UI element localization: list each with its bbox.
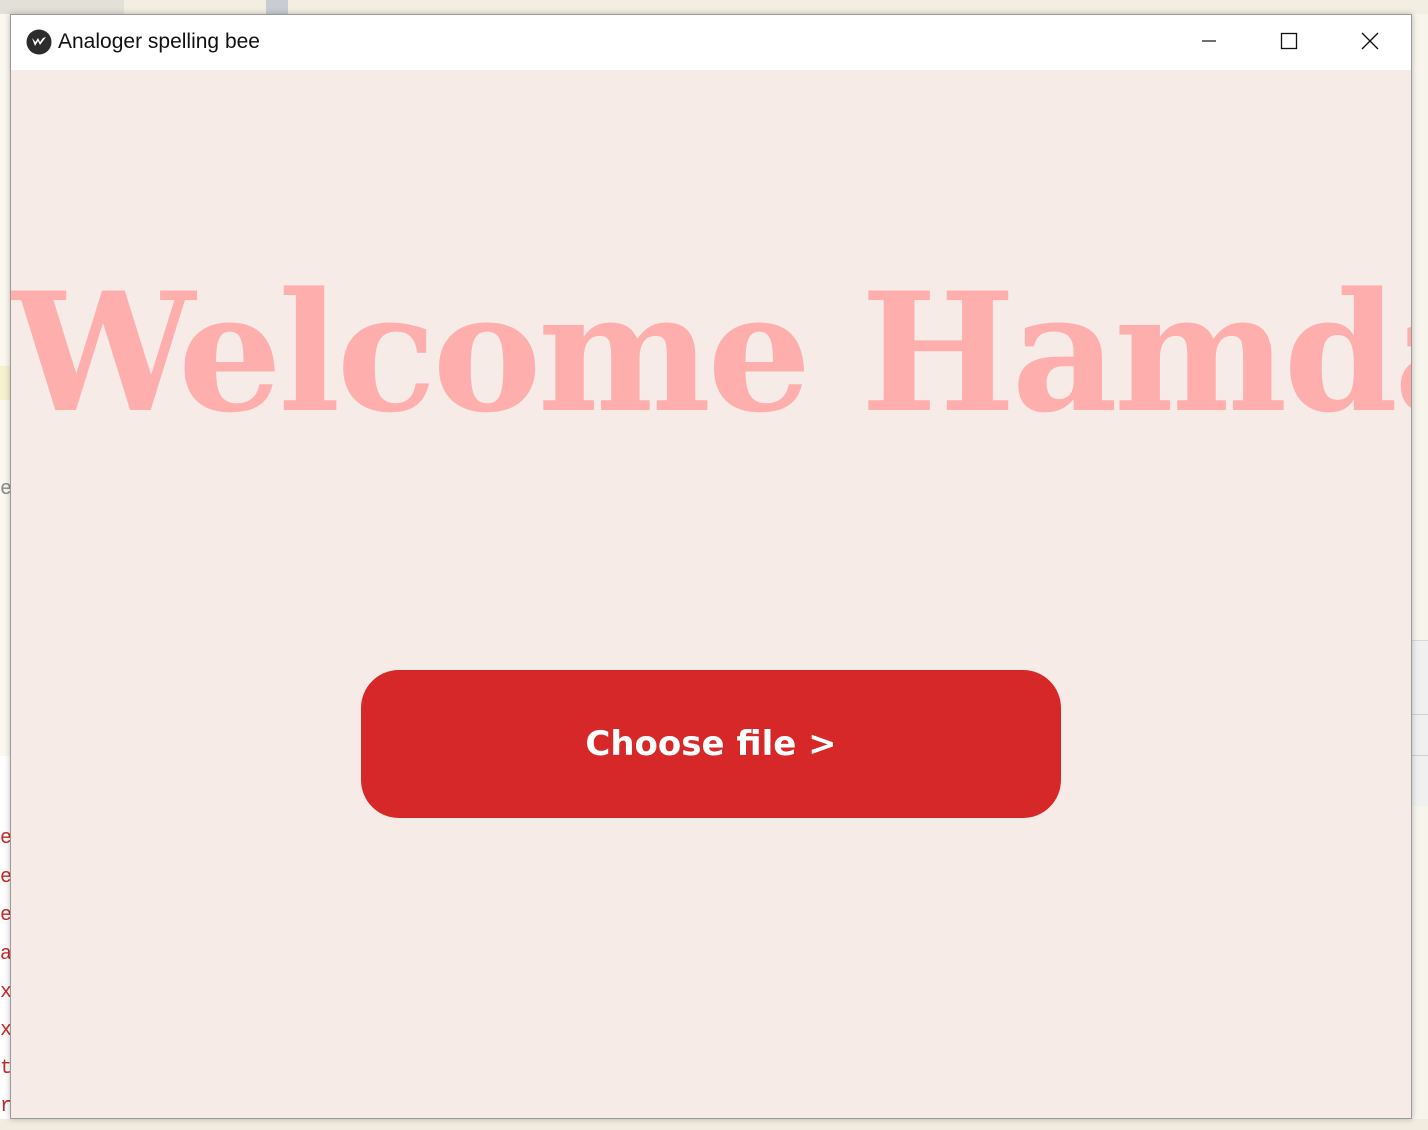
app-window: Analoger spelling bee Welcome Hamd Choos… [10,14,1412,1119]
close-button[interactable] [1330,15,1410,70]
background-window-top [0,0,1428,14]
app-content: Welcome Hamdan Choose file > [11,70,1411,1118]
desktop: e e e e a x x t r Analoger spelling bee [0,0,1428,1130]
window-title: Analoger spelling bee [58,30,260,53]
background-panel [1412,640,1428,806]
maximize-icon [1280,32,1298,54]
close-icon [1361,32,1379,54]
minimize-icon [1201,33,1217,53]
choose-file-label: Choose file > [585,724,837,764]
background-window-bottom [0,1119,1428,1130]
maximize-button[interactable] [1249,15,1329,70]
background-divider [1412,714,1428,715]
app-logo-icon [26,29,52,55]
minimize-button[interactable] [1169,15,1249,70]
background-tab [0,0,124,14]
background-window-edge [1412,14,1428,1130]
background-tab [266,0,288,14]
welcome-heading: Welcome Hamdan [11,256,1411,449]
background-divider [1412,755,1428,756]
title-bar[interactable]: Analoger spelling bee [11,15,1411,70]
choose-file-button[interactable]: Choose file > [361,670,1061,818]
